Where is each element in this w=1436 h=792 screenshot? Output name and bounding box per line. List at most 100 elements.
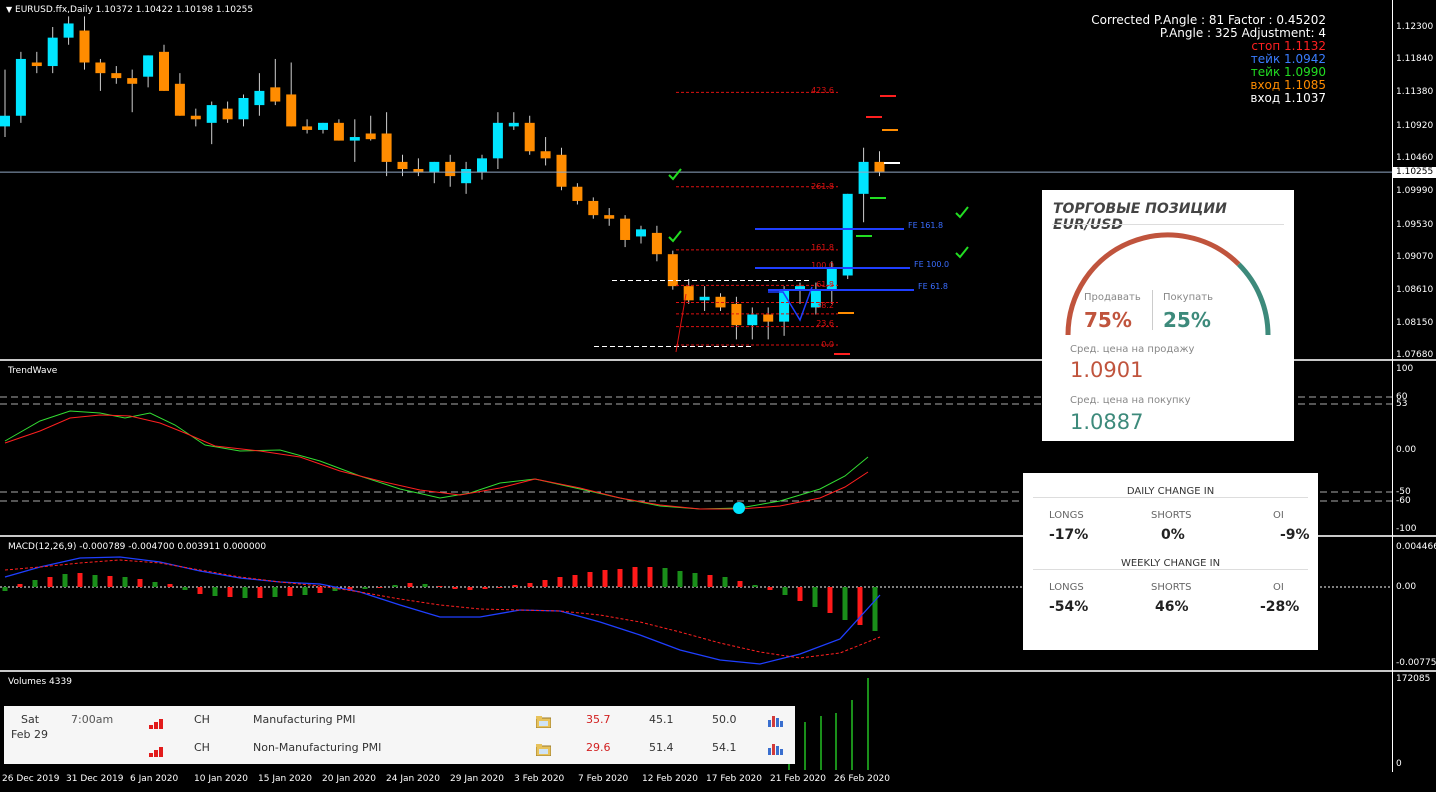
macd-tick-label: -0.007758 xyxy=(1396,658,1436,668)
price-tick-label: 1.11380 xyxy=(1396,87,1434,97)
candle-body xyxy=(874,161,885,172)
trendwave-signal-line xyxy=(4,410,869,510)
avg-sell-value: 1.0901 xyxy=(1070,358,1144,382)
macd-histogram-bar xyxy=(527,583,533,587)
daily-oi-header: OI xyxy=(1273,510,1284,521)
fib-level-label: 23.6 xyxy=(816,319,834,328)
candle-body xyxy=(429,161,440,173)
trendwave-main-line xyxy=(4,414,869,510)
candle-body xyxy=(31,62,42,67)
price-tick-label: 1.08150 xyxy=(1396,318,1434,328)
date-tick-label: 21 Feb 2020 xyxy=(770,774,827,784)
sell-label: Продавать xyxy=(1084,292,1141,303)
weekly-longs-header: LONGS xyxy=(1049,582,1084,593)
candle-body xyxy=(461,168,472,184)
change-widget[interactable]: DAILY CHANGE IN LONGS SHORTS OI -17% 0% … xyxy=(1023,473,1318,650)
folder-icon[interactable] xyxy=(535,741,552,757)
weekly-change-title: WEEKLY CHANGE IN xyxy=(1120,558,1221,569)
candle-body xyxy=(190,115,201,120)
price-tick-label: 1.12300 xyxy=(1396,22,1434,32)
impact-bars-icon xyxy=(149,742,163,757)
price-tick-label: 1.07680 xyxy=(1396,350,1434,360)
macd-histogram-bar xyxy=(812,587,818,607)
chart-title: ▼ EURUSD.ffx,Daily 1.10372 1.10422 1.101… xyxy=(6,5,253,15)
macd-histogram-bar xyxy=(452,587,458,589)
date-tick-label: 24 Jan 2020 xyxy=(386,774,440,784)
daily-oi-value: -9% xyxy=(1280,527,1310,543)
macd-histogram-bar xyxy=(587,572,593,587)
macd-tick-label: 0.004466 xyxy=(1396,542,1436,552)
price-tick-label: 1.09530 xyxy=(1396,220,1434,230)
weekly-shorts-header: SHORTS xyxy=(1151,582,1192,593)
trendwave-tick-label: 100 xyxy=(1396,364,1414,374)
candle-body xyxy=(333,122,344,141)
candle-body xyxy=(636,229,646,237)
candle-body xyxy=(143,55,154,77)
date-tick-label: 26 Dec 2019 xyxy=(2,774,60,784)
candle-body xyxy=(620,218,631,240)
daily-longs-value: -17% xyxy=(1049,527,1089,543)
check-icon xyxy=(955,206,969,219)
weekly-longs-value: -54% xyxy=(1049,599,1089,615)
gauge-divider xyxy=(1152,290,1153,330)
volume-tick-label: 172085 xyxy=(1396,674,1431,684)
candle-body xyxy=(572,186,583,201)
date-tick-label: 29 Jan 2020 xyxy=(450,774,504,784)
economic-calendar-widget[interactable]: Sat Feb 29 7:00am CH Manufacturing PMI 3… xyxy=(4,706,795,764)
candle-body xyxy=(604,215,615,219)
price-tick-label: 1.09070 xyxy=(1396,252,1434,262)
volume-bar xyxy=(867,678,869,770)
volume-bar xyxy=(820,716,822,770)
macd-histogram-bar xyxy=(287,587,293,596)
date-tick-label: 3 Feb 2020 xyxy=(514,774,565,784)
trading-positions-widget[interactable]: ТОРГОВЫЕ ПОЗИЦИИ EUR/USD Продавать 75% П… xyxy=(1042,190,1294,441)
calendar-row[interactable]: CH Non-Manufacturing PMI 29.6 51.4 54.1 xyxy=(4,734,795,762)
impact-bars-icon xyxy=(149,714,163,729)
macd-histogram-bar xyxy=(422,584,428,587)
macd-histogram-bar xyxy=(497,587,503,588)
calendar-row[interactable]: CH Manufacturing PMI 35.7 45.1 50.0 xyxy=(4,706,795,734)
candle-body xyxy=(318,122,328,130)
macd-histogram-bar xyxy=(707,575,713,587)
candle-body xyxy=(858,161,869,194)
macd-histogram-bar xyxy=(62,574,68,587)
candle-body xyxy=(524,122,535,152)
macd-histogram-bar xyxy=(167,584,173,587)
event-previous: 54.1 xyxy=(712,741,737,754)
fe-projection-label: FE 61.8 xyxy=(918,282,948,291)
fib-level-label: 61.8 xyxy=(816,280,834,289)
macd-histogram-bar xyxy=(467,587,473,590)
candle-body xyxy=(699,296,710,301)
event-previous: 50.0 xyxy=(712,713,737,726)
weekly-shorts-value: 46% xyxy=(1155,599,1189,615)
candle-body xyxy=(79,30,90,63)
macd-histogram-bar xyxy=(242,587,248,598)
chart-menu-icon[interactable]: ▼ xyxy=(6,5,12,14)
macd-histogram-bar xyxy=(197,587,203,594)
event-name[interactable]: Non-Manufacturing PMI xyxy=(253,741,381,754)
chart-icon[interactable] xyxy=(768,712,783,727)
weekly-oi-value: -28% xyxy=(1260,599,1300,615)
trendwave-tick-label: -60 xyxy=(1396,496,1411,506)
event-name[interactable]: Manufacturing PMI xyxy=(253,713,356,726)
folder-icon[interactable] xyxy=(535,713,552,729)
candle-body xyxy=(508,122,519,127)
buy-label: Покупать xyxy=(1163,292,1213,303)
chart-icon[interactable] xyxy=(768,740,783,755)
current-price-tag: 1.10255 xyxy=(1393,167,1436,179)
candle-body xyxy=(111,73,122,79)
date-tick-label: 17 Feb 2020 xyxy=(706,774,763,784)
volume-bar xyxy=(835,713,837,770)
macd-histogram-bar xyxy=(872,587,878,631)
sell-percent: 75% xyxy=(1084,308,1132,332)
trendwave-title: TrendWave xyxy=(8,366,58,376)
macd-histogram-bar xyxy=(92,575,98,587)
fib-level-label: 161.8 xyxy=(811,243,834,252)
check-icon xyxy=(955,246,969,259)
macd-histogram-bar xyxy=(407,583,413,587)
avg-sell-label: Сред. цена на продажу xyxy=(1070,344,1195,355)
macd-histogram-bar xyxy=(797,587,803,601)
volume-tick-label: 0 xyxy=(1396,759,1402,769)
price-tick-label: 1.11840 xyxy=(1396,54,1434,64)
macd-histogram-bar xyxy=(557,577,563,587)
